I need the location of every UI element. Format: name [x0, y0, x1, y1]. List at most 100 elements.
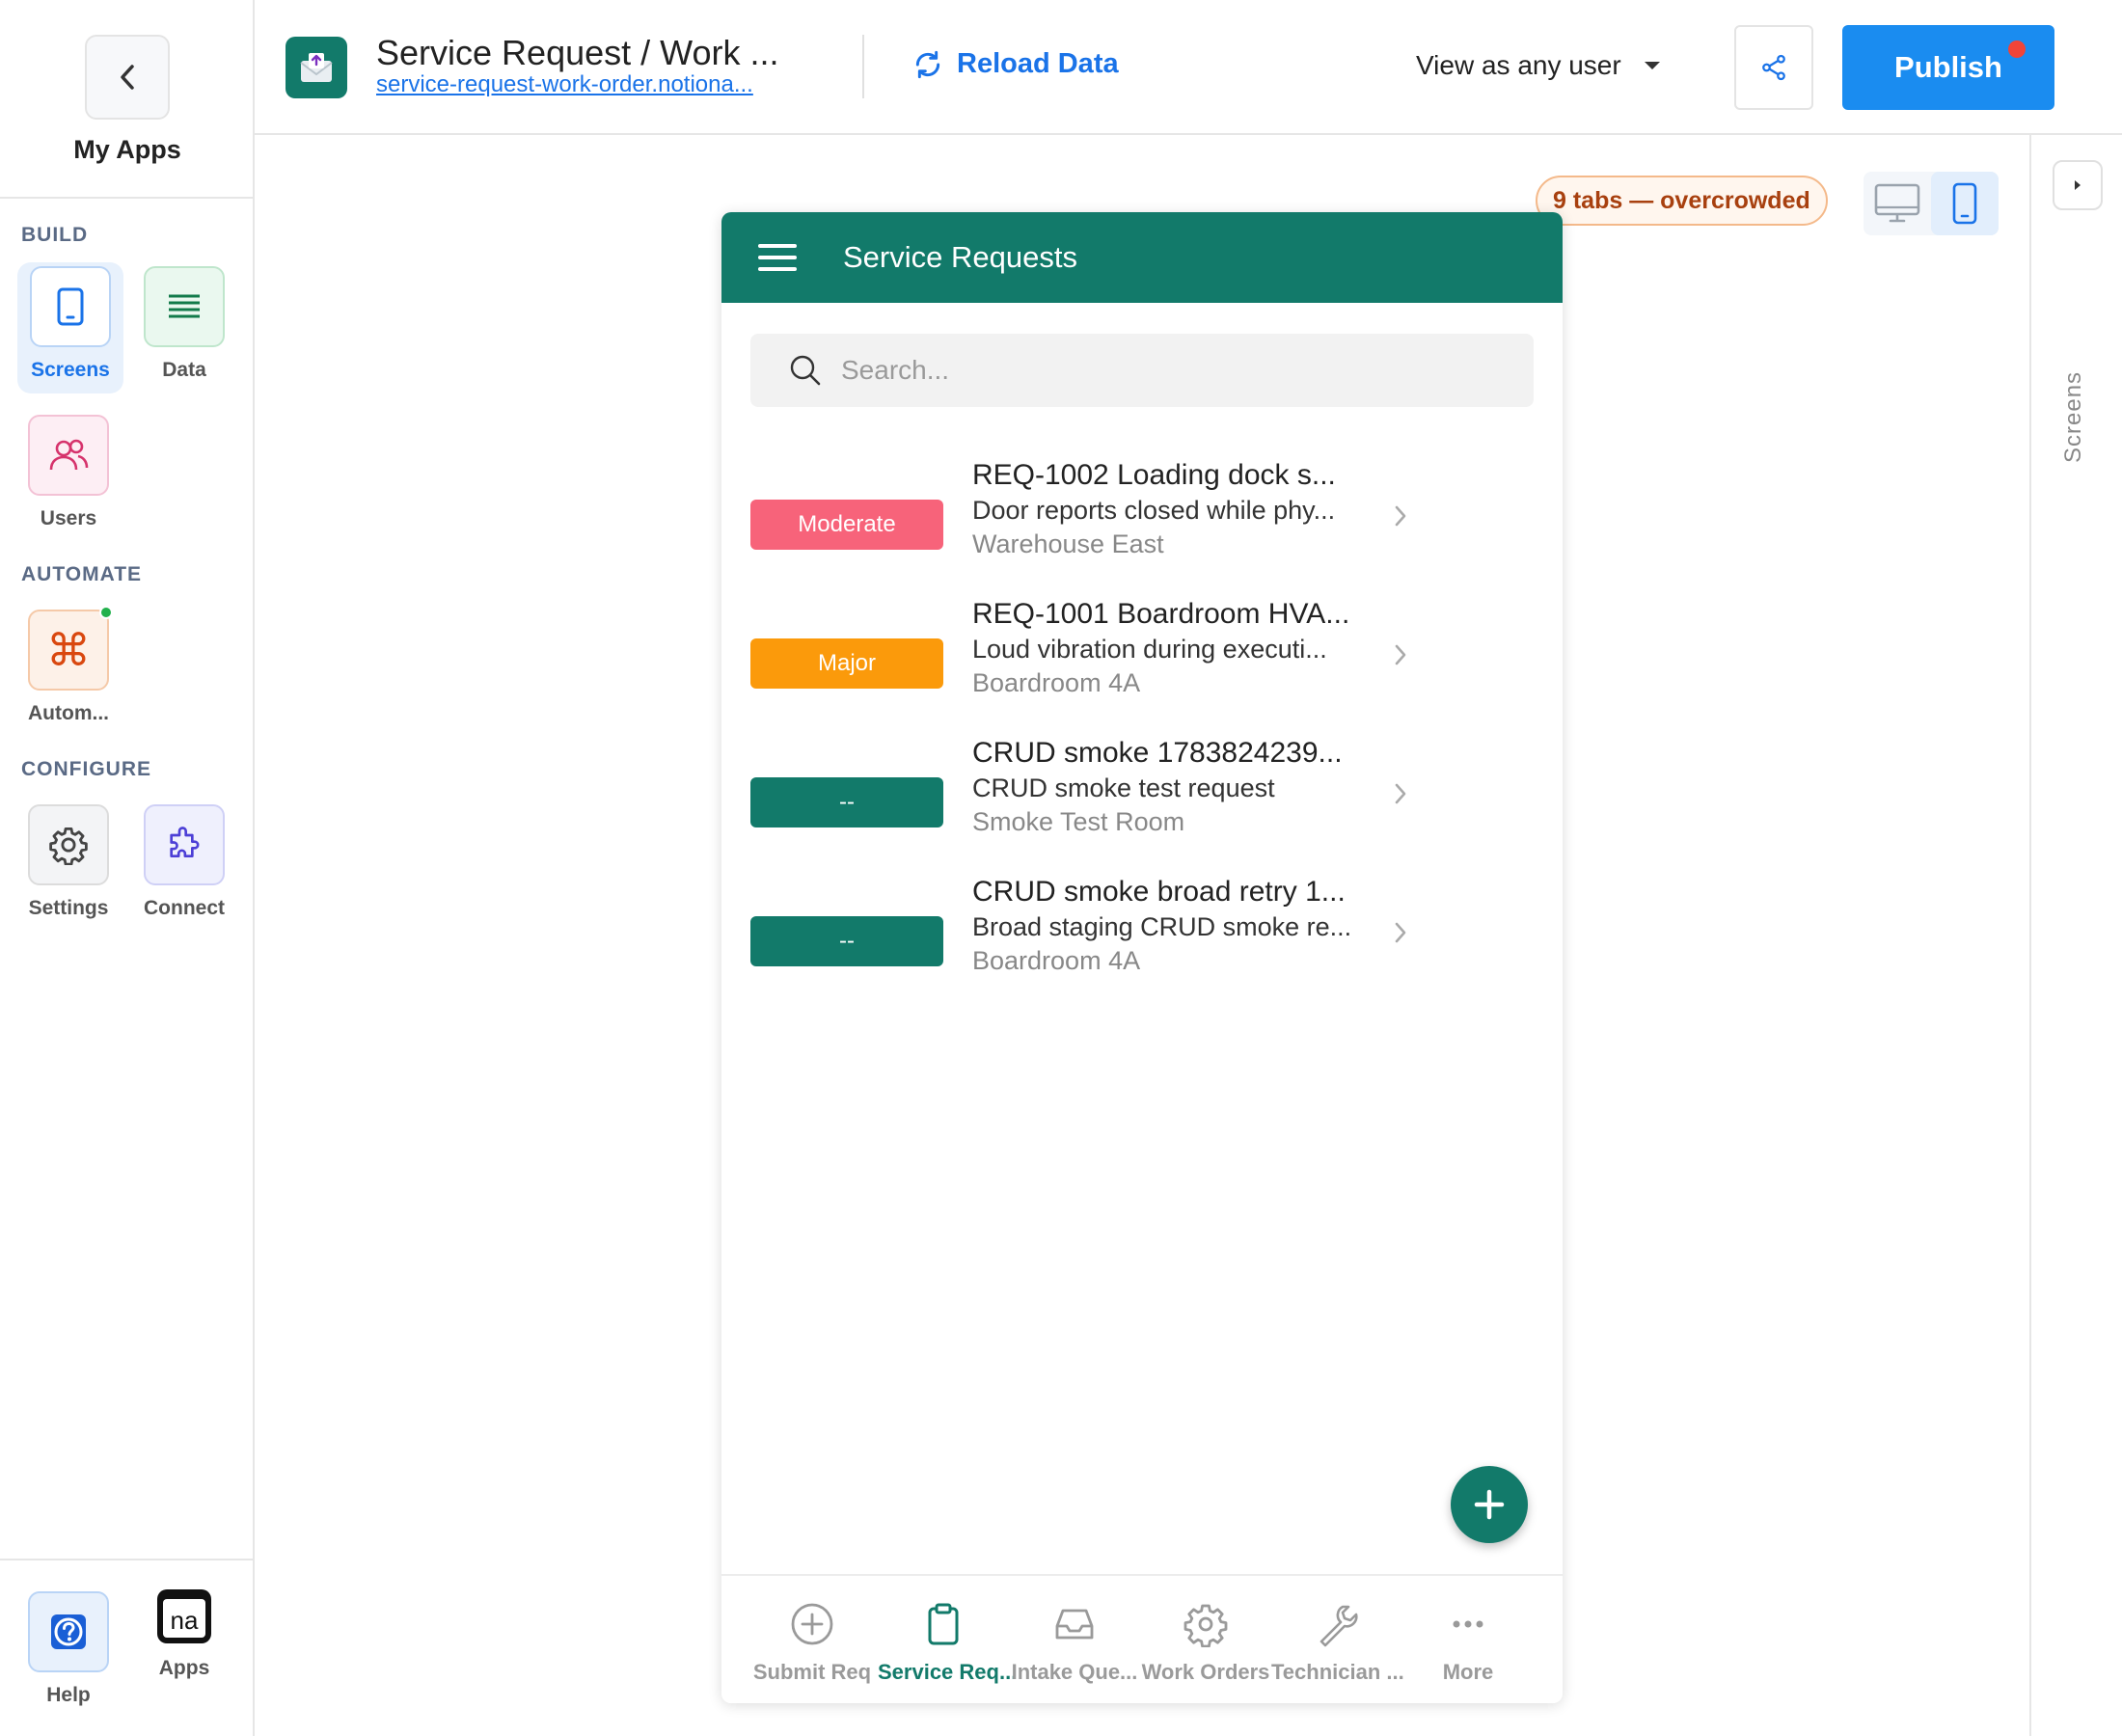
tab-work-orders[interactable]: Work Orders — [1140, 1601, 1271, 1685]
sidebar-item-help[interactable]: Help — [15, 1591, 122, 1707]
chevron-left-icon — [121, 65, 134, 90]
refresh-icon — [915, 50, 940, 78]
search-icon — [790, 355, 821, 386]
tab-label: More — [1442, 1660, 1494, 1684]
section-build: BUILD — [21, 224, 89, 246]
help-icon — [51, 1614, 86, 1649]
share-icon — [1762, 54, 1785, 81]
list-item-title: REQ-1001 Boardroom HVA... — [972, 598, 1350, 630]
users-icon — [49, 439, 89, 471]
chevron-right-icon — [1395, 644, 1406, 665]
list-item-location: Boardroom 4A — [972, 946, 1141, 975]
command-icon: ⌘ — [46, 624, 91, 676]
hamburger-menu-icon[interactable] — [758, 244, 797, 271]
apps-tile-icon: na — [155, 1587, 213, 1645]
list-item-title: CRUD smoke 1783824239... — [972, 737, 1343, 769]
sidebar-item-apps[interactable]: na Apps — [131, 1587, 237, 1680]
sidebar-item-label: Screens — [31, 359, 110, 381]
app-icon — [286, 37, 347, 98]
mobile-app-preview: Service Requests Moderate REQ-1002 Loadi… — [721, 212, 1563, 1703]
list-item-text: CRUD smoke 1783824239... CRUD smoke test… — [972, 737, 1377, 837]
left-sidebar: My Apps BUILD Screens Data Users AUTOMAT… — [0, 0, 255, 1736]
tab-service-requests[interactable]: Service Req... — [878, 1601, 1018, 1685]
list-item-text: CRUD smoke broad retry 1... Broad stagin… — [972, 876, 1377, 976]
sidebar-item-connect[interactable]: Connect — [131, 804, 237, 920]
my-apps-label[interactable]: My Apps — [0, 135, 255, 165]
screens-panel-label[interactable]: Screens — [2060, 371, 2087, 463]
tab-intake-queue[interactable]: Intake Que... — [1009, 1601, 1140, 1685]
settings-tile-icon — [28, 804, 109, 885]
app-header: Service Requests — [721, 212, 1563, 303]
list-item-location: Warehouse East — [972, 529, 1164, 558]
envelope-upload-icon — [300, 53, 333, 82]
list-item[interactable]: Major REQ-1001 Boardroom HVA... Loud vib… — [721, 586, 1563, 725]
list-item[interactable]: -- CRUD smoke 1783824239... CRUD smoke t… — [721, 725, 1563, 864]
svg-text:na: na — [171, 1606, 199, 1635]
list-item-subtitle: Loud vibration during executi... — [972, 635, 1327, 664]
sidebar-item-users[interactable]: Users — [15, 415, 122, 530]
top-bar: Service Request / Work ... service-reque… — [255, 0, 2122, 135]
mobile-preview-button[interactable] — [1931, 172, 1999, 235]
publish-label: Publish — [1894, 50, 2002, 84]
share-button[interactable] — [1734, 25, 1813, 110]
clipboard-icon — [928, 1603, 959, 1645]
list-item-location: Boardroom 4A — [972, 668, 1141, 697]
publish-button[interactable]: Publish — [1842, 25, 2054, 110]
list-item-text: REQ-1002 Loading dock s... Door reports … — [972, 459, 1377, 559]
puzzle-icon — [170, 827, 200, 857]
sidebar-item-screens[interactable]: Screens — [17, 262, 123, 393]
sidebar-item-data[interactable]: Data — [131, 266, 237, 382]
screens-side-panel: Screens — [2029, 135, 2122, 1736]
sidebar-item-label: Connect — [144, 897, 225, 919]
tabs-warning-badge: 9 tabs — overcrowded — [1536, 176, 1828, 226]
caret-right-icon — [2075, 180, 2081, 190]
list-item[interactable]: -- CRUD smoke broad retry 1... Broad sta… — [721, 864, 1563, 1003]
app-url-link[interactable]: service-request-work-order.notiona... — [376, 71, 753, 98]
list-item-subtitle: Door reports closed while phy... — [972, 496, 1336, 525]
expand-panel-button[interactable] — [2053, 160, 2103, 210]
section-configure: CONFIGURE — [21, 758, 151, 780]
view-as-user-dropdown[interactable]: View as any user — [1416, 50, 1662, 81]
plus-circle-icon — [791, 1603, 833, 1645]
list-item-location: Smoke Test Room — [972, 807, 1185, 836]
active-status-dot — [99, 606, 113, 619]
users-tile-icon — [28, 415, 109, 496]
back-button[interactable] — [85, 35, 170, 120]
sidebar-divider — [0, 1559, 255, 1560]
app-title: Service Request / Work ... — [376, 33, 779, 72]
topbar-separator — [862, 35, 864, 98]
sidebar-item-label: Data — [162, 359, 206, 381]
list-item-title: CRUD smoke broad retry 1... — [972, 876, 1346, 908]
more-dots-icon — [1453, 1620, 1483, 1628]
priority-badge: Moderate — [750, 500, 943, 550]
tab-label: Service Req... — [878, 1660, 1018, 1684]
tab-label: Work Orders — [1141, 1660, 1270, 1684]
sidebar-item-settings[interactable]: Settings — [15, 804, 122, 920]
desktop-icon — [1874, 183, 1920, 223]
sidebar-item-label: Users — [40, 507, 97, 529]
phone-icon — [1952, 182, 1977, 225]
search-bar — [750, 334, 1534, 407]
sidebar-item-label: Autom... — [28, 702, 109, 724]
add-request-fab[interactable] — [1451, 1466, 1528, 1543]
list-item-text: REQ-1001 Boardroom HVA... Loud vibration… — [972, 598, 1377, 698]
search-input[interactable] — [841, 355, 1458, 386]
tab-technician[interactable]: Technician ... — [1271, 1601, 1404, 1685]
phone-icon — [57, 287, 84, 326]
caret-down-icon — [1644, 62, 1660, 69]
priority-badge: -- — [750, 777, 943, 827]
unpublished-changes-dot — [2008, 41, 2026, 58]
bottom-tab-bar: Submit Req Service Req... Intake Que... … — [721, 1574, 1563, 1703]
gear-icon — [1183, 1604, 1228, 1648]
reload-data-button[interactable]: Reload Data — [912, 48, 1119, 80]
sidebar-item-label: Settings — [28, 897, 109, 919]
sidebar-item-automations[interactable]: ⌘ Autom... — [15, 606, 122, 725]
list-item[interactable]: Moderate REQ-1002 Loading dock s... Door… — [721, 448, 1563, 586]
tab-submit-request[interactable]: Submit Req — [747, 1601, 878, 1685]
tab-more[interactable]: More — [1402, 1601, 1534, 1685]
desktop-preview-button[interactable] — [1864, 172, 1931, 235]
chevron-right-icon — [1395, 505, 1406, 527]
automations-tile-icon: ⌘ — [28, 606, 113, 691]
priority-badge: Major — [750, 638, 943, 689]
connect-tile-icon — [144, 804, 225, 885]
